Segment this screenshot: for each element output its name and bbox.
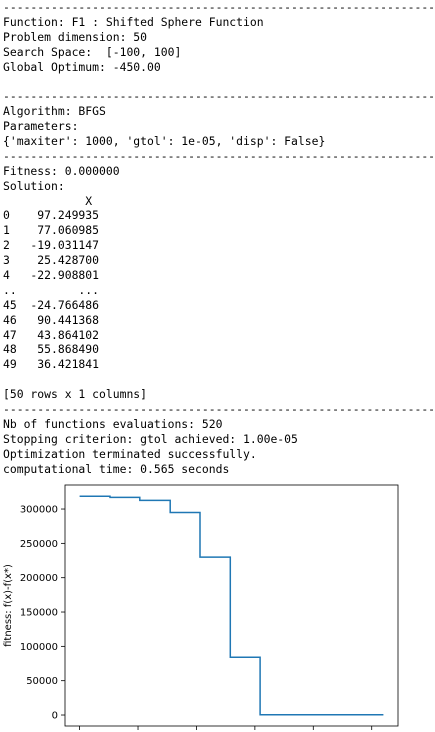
plot-area [64, 484, 399, 727]
y-tick-label: 200000 [20, 573, 58, 584]
console-line: ----------------------------------------… [3, 89, 435, 104]
console-line: {'maxiter': 1000, 'gtol': 1e-05, 'disp':… [3, 134, 326, 149]
console-line: computational time: 0.565 seconds [3, 461, 230, 476]
console-line: 3 25.428700 [3, 253, 100, 268]
console-line: 2 -19.031147 [3, 238, 100, 253]
console-line: 0 97.249935 [3, 208, 100, 223]
console-line: X [3, 193, 93, 208]
console-line: 46 90.441368 [3, 312, 100, 327]
console-line: 45 -24.766486 [3, 297, 100, 312]
y-tick-label: 50000 [26, 676, 58, 687]
console-line: Global Optimum: -450.00 [3, 59, 161, 74]
console-line: Function: F1 : Shifted Sphere Function [3, 14, 264, 29]
y-axis-label: fitness: f(x)-f(x*) [3, 564, 14, 647]
y-tick-label: 250000 [20, 539, 58, 550]
console-line: 48 55.868490 [3, 342, 100, 357]
y-tick-label: 100000 [20, 642, 58, 653]
console-line: 4 -22.908801 [3, 268, 100, 283]
console-line: Search Space: [-100, 100] [3, 44, 182, 59]
console-line: Stopping criterion: gtol achieved: 1.00e… [3, 431, 298, 446]
console-line: 1 77.060985 [3, 223, 100, 238]
console-line: Optimization terminated successfully. [3, 446, 257, 461]
console-line: 49 36.421841 [3, 357, 100, 372]
fitness-chart: 0100200300400500050000100000150000200000… [3, 484, 399, 730]
console-line: Fitness: 0.000000 [3, 163, 120, 178]
console-line: Problem dimension: 50 [3, 29, 148, 44]
y-tick-label: 300000 [20, 505, 58, 516]
y-tick-label: 0 [52, 711, 58, 722]
console-line: Solution: [3, 178, 65, 193]
console-line: ----------------------------------------… [3, 148, 435, 163]
console-line: Algorithm: BFGS [3, 104, 106, 119]
console-line: Parameters: [3, 119, 79, 134]
console-line: ----------------------------------------… [3, 402, 435, 417]
console-line: 47 43.864102 [3, 327, 100, 342]
console-line: Nb of functions evaluations: 520 [3, 416, 223, 431]
console-line: [50 rows x 1 columns] [3, 387, 148, 402]
y-tick-label: 150000 [20, 608, 58, 619]
console-line: ----------------------------------------… [3, 0, 435, 14]
console-output: ----------------------------------------… [3, 0, 435, 477]
console-line: .. ... [3, 282, 100, 297]
fitness-series-line [79, 495, 384, 716]
